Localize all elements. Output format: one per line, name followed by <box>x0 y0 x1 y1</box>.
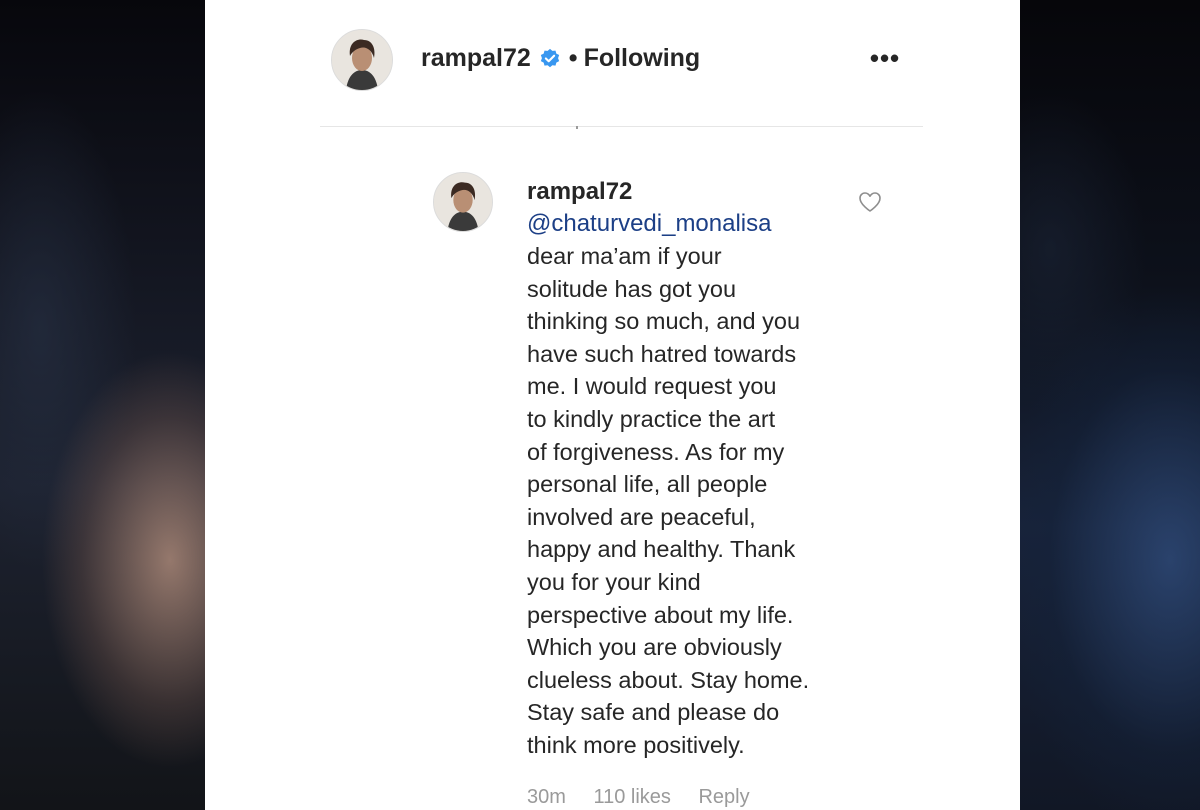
instagram-post-panel: rampal72 • Following ••• rampal72 @chatu… <box>205 0 1020 810</box>
divider-mark <box>576 126 578 129</box>
profile-avatar[interactable] <box>331 29 393 91</box>
comment-line: have such hatred towards <box>527 340 797 367</box>
comment-mention-link[interactable]: @chaturvedi_monalisa <box>527 210 772 238</box>
verified-badge-icon <box>540 48 559 67</box>
comment-line: thinking so much, and you <box>527 308 801 335</box>
more-options-icon[interactable]: ••• <box>867 45 903 72</box>
comment-line: think more positively. <box>527 731 745 758</box>
comment-text: dear ma’am if your solitude has got you … <box>527 240 857 762</box>
comment-timestamp: 30m <box>527 786 566 808</box>
comment-line: Stay safe and please do <box>527 699 780 726</box>
comment-line: involved are peaceful, <box>527 503 756 530</box>
comment-line: Which you are obviously <box>527 634 782 661</box>
comment-username[interactable]: rampal72 <box>527 178 632 206</box>
comment-meta-row: 30m 110 likes Reply <box>527 786 772 809</box>
blurred-background-left <box>0 0 205 810</box>
comment-line: to kindly practice the art <box>527 405 776 432</box>
header-username[interactable]: rampal72 <box>421 44 531 73</box>
comment-line: personal life, all people <box>527 471 768 498</box>
header-username-row: rampal72 • Following <box>421 44 700 73</box>
comment-line: solitude has got you <box>527 275 737 302</box>
blurred-background-right <box>1020 0 1200 810</box>
reply-button[interactable]: Reply <box>698 786 749 808</box>
heart-outline-icon[interactable] <box>858 191 882 213</box>
header-divider <box>320 126 923 127</box>
comment-line: happy and healthy. Thank <box>527 536 796 563</box>
comment-line: perspective about my life. <box>527 601 794 628</box>
comment-likes[interactable]: 110 likes <box>593 786 670 808</box>
comment-line: me. I would request you <box>527 373 777 400</box>
following-button[interactable]: Following <box>584 44 701 73</box>
comment-line: you for your kind <box>527 568 701 595</box>
separator-dot: • <box>568 44 578 72</box>
comment-line: dear ma’am if your <box>527 243 722 269</box>
comment-avatar[interactable] <box>433 172 493 232</box>
comment-line: clueless about. Stay home. <box>527 666 810 693</box>
post-header: rampal72 • Following ••• <box>205 0 1020 126</box>
comment-line: of forgiveness. As for my <box>527 438 785 465</box>
